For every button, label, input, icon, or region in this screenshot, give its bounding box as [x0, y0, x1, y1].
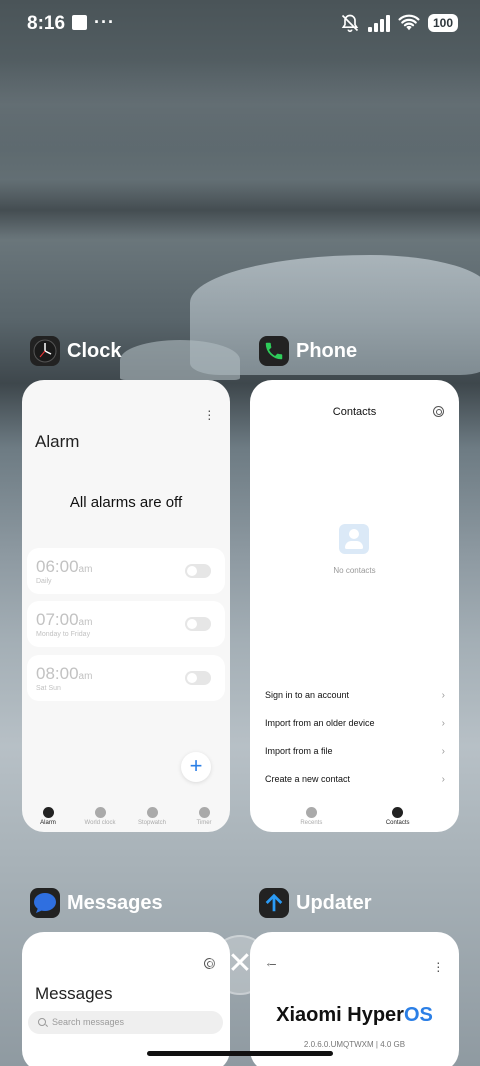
updater-app-icon: [259, 888, 289, 918]
clock-bottom-nav: Alarm World clock Stopwatch Timer: [22, 807, 230, 826]
contact-placeholder-icon: [339, 524, 369, 554]
alarm-toggle[interactable]: [185, 671, 211, 685]
no-contacts-text: No contacts: [333, 566, 376, 575]
clock-app-card[interactable]: · · · Alarm All alarms are off 06:00am Dai…: [22, 380, 230, 832]
timer-icon: [198, 807, 210, 818]
alarm-icon: [42, 807, 54, 818]
alarm-time: 06:00am: [36, 557, 93, 576]
chevron-right-icon: ›: [441, 690, 445, 701]
chevron-right-icon: ›: [441, 746, 445, 757]
notification-square-icon: [72, 15, 87, 30]
wallpaper-clouds: [0, 180, 480, 240]
app-label-updater[interactable]: Updater: [259, 888, 372, 918]
tab-timer[interactable]: Timer: [179, 807, 229, 826]
app-label-phone[interactable]: Phone: [259, 336, 357, 366]
add-alarm-button[interactable]: +: [181, 752, 211, 782]
messages-app-icon: [30, 888, 60, 918]
menu-import-file[interactable]: Import from a file ›: [265, 746, 445, 757]
phone-app-icon: [259, 336, 289, 366]
search-input[interactable]: Search messages: [28, 1011, 223, 1034]
world-clock-icon: [94, 807, 106, 818]
search-icon: [38, 1018, 46, 1026]
app-name: Updater: [296, 891, 372, 914]
wallpaper-stripe: [0, 60, 480, 150]
chevron-right-icon: ›: [441, 718, 445, 729]
messages-title: Messages: [35, 984, 113, 1003]
alarm-toggle[interactable]: [185, 564, 211, 578]
more-options-icon[interactable]: · · ·: [207, 403, 212, 425]
hyperos-brand: Xiaomi HyperOS: [276, 1004, 433, 1026]
wallpaper-iceberg-small: [120, 340, 240, 380]
alarm-time: 07:00am: [36, 610, 93, 629]
tab-recents[interactable]: Recents: [286, 807, 336, 826]
status-bar: 8:16 ··· 100: [0, 0, 480, 48]
alarm-repeat: Sat Sun: [36, 685, 61, 692]
contacts-title: Contacts: [332, 406, 377, 418]
status-time: 8:16: [27, 13, 66, 34]
messages-app-card[interactable]: Messages Search messages: [22, 932, 230, 1066]
menu-sign-in[interactable]: Sign in to an account ›: [265, 690, 445, 701]
version-text: 2.0.6.0.UMQTWXM | 4.0 GB: [303, 1040, 406, 1049]
app-name: Phone: [296, 339, 358, 362]
alarm-toggle[interactable]: [185, 617, 211, 631]
battery-icon: 100: [428, 14, 458, 32]
clock-app-icon: [30, 336, 60, 366]
settings-icon[interactable]: [433, 406, 444, 417]
tab-alarm[interactable]: Alarm: [23, 807, 73, 826]
home-indicator[interactable]: [147, 1051, 333, 1056]
alarm-row[interactable]: 08:00am Sat Sun: [27, 655, 225, 701]
wifi-icon: [398, 14, 420, 31]
alarm-repeat: Daily: [36, 578, 52, 585]
alarm-row[interactable]: 06:00am Daily: [27, 548, 225, 594]
app-name: Clock: [67, 339, 122, 362]
stopwatch-icon: [146, 807, 158, 818]
alarm-title: Alarm: [35, 432, 80, 451]
alarm-repeat: Monday to Friday: [36, 631, 91, 638]
menu-create-contact[interactable]: Create a new contact ›: [265, 774, 445, 785]
app-name: Messages: [67, 891, 163, 914]
alarm-time: 08:00am: [36, 664, 93, 683]
more-notifications-icon: ···: [94, 12, 115, 32]
tab-stopwatch[interactable]: Stopwatch: [127, 807, 177, 826]
close-icon: ✕: [227, 947, 253, 980]
app-label-clock[interactable]: Clock: [30, 336, 121, 366]
more-options-icon[interactable]: · · ·: [436, 955, 441, 977]
recents-phone-icon: [305, 807, 317, 818]
alarms-off-text: All alarms are off: [69, 494, 183, 511]
search-placeholder: Search messages: [52, 1017, 125, 1027]
updater-app-card[interactable]: ← · · · Xiaomi HyperOS 2.0.6.0.UMQTWXM | 4…: [250, 932, 459, 1066]
phone-bottom-nav: Recents Contacts: [250, 807, 459, 826]
close-all-button[interactable]: ✕: [210, 935, 270, 995]
tab-world-clock[interactable]: World clock: [75, 807, 125, 826]
app-label-messages[interactable]: Messages: [30, 888, 163, 918]
menu-import-older-device[interactable]: Import from an older device ›: [265, 718, 445, 729]
alarm-row[interactable]: 07:00am Monday to Friday: [27, 601, 225, 647]
signal-icon: [368, 14, 390, 32]
contacts-person-icon: [392, 807, 404, 818]
tab-contacts[interactable]: Contacts: [373, 807, 423, 826]
phone-app-card[interactable]: Contacts No contacts Sign in to an accou…: [250, 380, 459, 832]
bell-muted-icon: [341, 14, 359, 33]
chevron-right-icon: ›: [441, 774, 445, 785]
